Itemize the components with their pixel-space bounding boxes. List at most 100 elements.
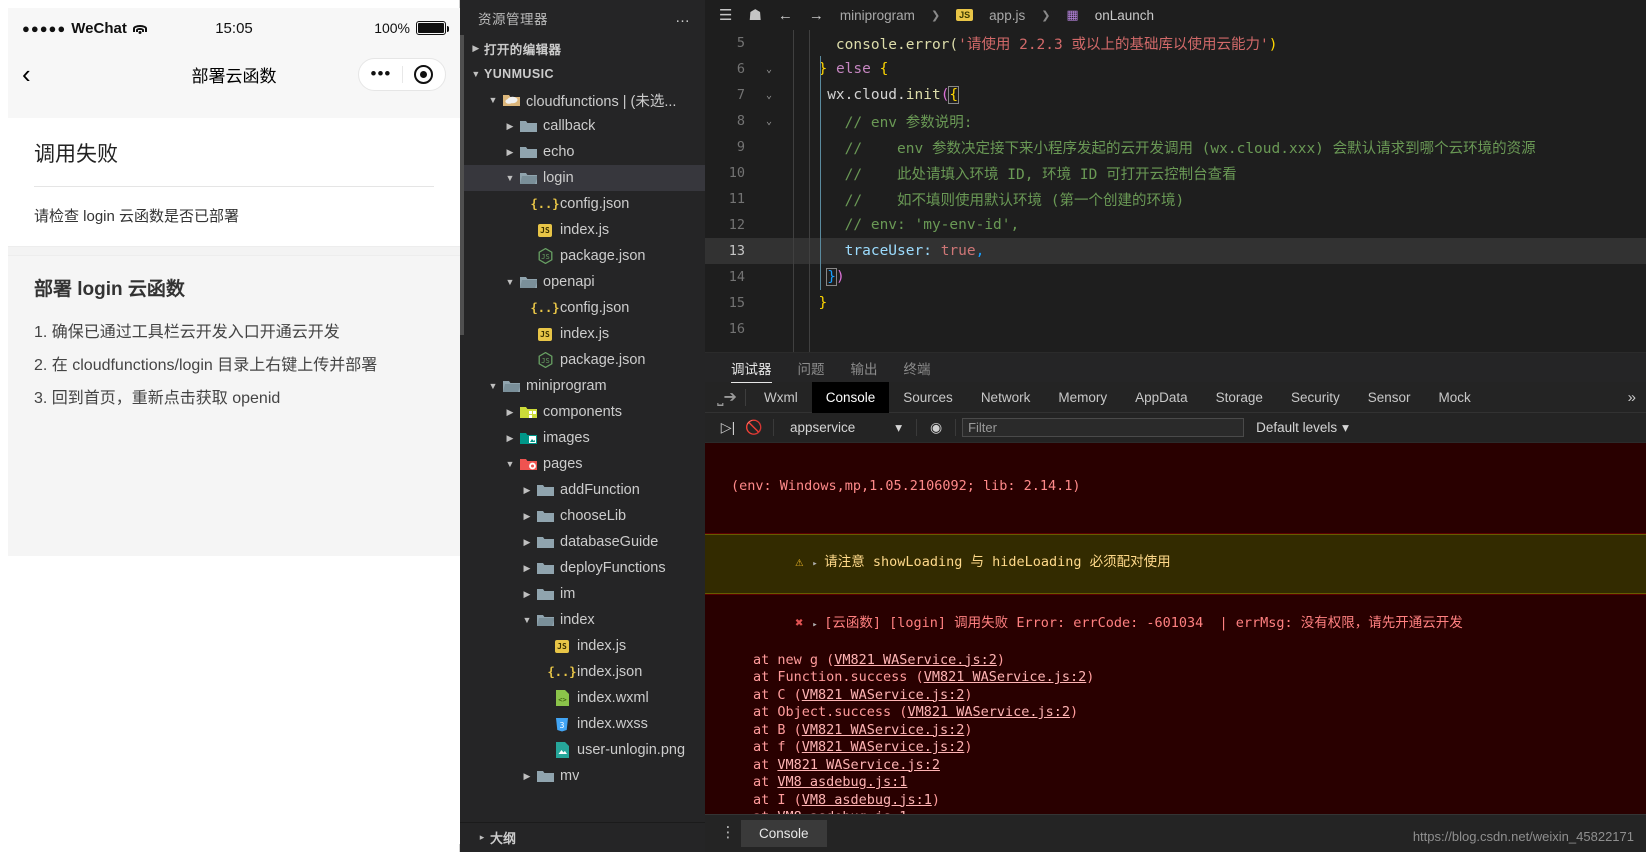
console-output[interactable]: (env: Windows,mp,1.05.2106092; lib: 2.14… [705,443,1646,814]
chevron-right-icon[interactable]: ▶ [502,147,518,158]
tree-item-index-js[interactable]: ▶JSindex.js [460,321,705,347]
footer-console-tab[interactable]: Console [741,820,827,847]
stack-frame-link[interactable]: VM8 asdebug.js:1 [802,792,932,808]
stack-frame-link[interactable]: VM8 asdebug.js:1 [777,774,907,790]
stack-frame-link[interactable]: VM821 WAService.js:2 [802,739,965,755]
chevron-down-icon[interactable]: ▾ [895,420,902,436]
close-target-icon[interactable] [414,64,434,84]
tree-item-mv[interactable]: ▶ mv [460,763,705,789]
tree-item-user-unlogin-png[interactable]: ▶user-unlogin.png [460,737,705,763]
chevron-right-icon[interactable]: ▶ [502,433,518,444]
more-options-icon[interactable]: ⋮ [715,826,741,840]
chevron-right-icon[interactable]: ▶ [468,43,484,54]
devtools-tab-security[interactable]: Security [1277,382,1354,413]
tree-item-pages[interactable]: ▼ pages [460,451,705,477]
inspect-element-icon[interactable]: ⎵➔ [713,385,741,409]
chevron-right-icon[interactable]: ▶ [502,121,518,132]
tree-item-images[interactable]: ▶ images [460,425,705,451]
chevron-down-icon[interactable]: ▼ [468,69,484,79]
log-levels-selector[interactable]: Default levels ▾ [1256,420,1349,436]
tree-item-package-json[interactable]: ▶JSpackage.json [460,347,705,373]
devtools-tab-memory[interactable]: Memory [1044,382,1121,413]
chevron-down-icon[interactable]: ▼ [485,95,501,105]
tree-item-chooselib[interactable]: ▶ chooseLib [460,503,705,529]
chevron-right-icon[interactable]: ▶ [519,485,535,496]
chevron-down-icon[interactable]: ▼ [502,173,518,183]
chevron-down-icon[interactable]: ▼ [485,381,501,391]
capsule-menu[interactable]: ••• [358,57,446,91]
chevron-right-icon[interactable]: ▶ [519,589,535,600]
tree-item-miniprogram[interactable]: ▼ miniprogram [460,373,705,399]
tree-item-login[interactable]: ▼ login [460,165,705,191]
devtools-tab-wxml[interactable]: Wxml [750,382,812,413]
arrow-right-icon[interactable]: → [809,7,824,24]
tree-item-index-wxss[interactable]: ▶3index.wxss [460,711,705,737]
filter-input[interactable]: Filter [962,418,1245,437]
devtools-tab-mock[interactable]: Mock [1425,382,1485,413]
code-editor[interactable]: 5 console.error('请使用 2.2.3 或以上的基础库以使用云能力… [705,30,1646,352]
more-actions-icon[interactable]: … [675,9,691,26]
stack-frame-link[interactable]: VM821 WAService.js:2 [777,757,940,773]
fold-icon[interactable]: ⌄ [757,116,781,127]
tree-item-callback[interactable]: ▶ callback [460,113,705,139]
debugger-tab-2[interactable]: 输出 [851,353,878,383]
fold-icon[interactable]: ⌄ [757,90,781,101]
tree-item-index-js[interactable]: ▶JSindex.js [460,633,705,659]
breadcrumb-file[interactable]: app.js [989,8,1025,23]
expand-icon[interactable]: ▸ [812,556,824,574]
devtools-tab-console[interactable]: Console [811,381,890,413]
chevron-right-icon[interactable]: ▸ [474,832,490,843]
log-entry-error[interactable]: ✖ ▸ [云函数] [login] 调用失败 Error: errCode: -60… [705,594,1646,814]
tree-item-echo[interactable]: ▶ echo [460,139,705,165]
explorer-scrollbar[interactable] [460,35,464,335]
tree-item-addfunction[interactable]: ▶ addFunction [460,477,705,503]
tree-item-index[interactable]: ▼ index [460,607,705,633]
list-icon[interactable]: ☰ [719,6,732,24]
tree-item-config-json[interactable]: ▶{..}config.json [460,295,705,321]
chevron-right-icon[interactable]: ▶ [519,771,535,782]
more-tabs-icon[interactable]: » [1618,389,1646,406]
arrow-left-icon[interactable]: ← [778,7,793,24]
tree-item-components[interactable]: ▶ components [460,399,705,425]
chevron-down-icon[interactable]: ▼ [502,459,518,469]
tree-item-cloudfunctions[interactable]: ▼ cloudfunctions | (未选... [460,87,705,113]
tree-item-index-json[interactable]: ▶{..}index.json [460,659,705,685]
debugger-tab-0[interactable]: 调试器 [731,353,772,383]
devtools-tab-sources[interactable]: Sources [889,382,967,413]
eye-icon[interactable]: ◉ [923,417,949,439]
chevron-right-icon[interactable]: ▶ [502,407,518,418]
debugger-tab-3[interactable]: 终端 [904,353,931,383]
tree-item-deployfunctions[interactable]: ▶ deployFunctions [460,555,705,581]
fold-icon[interactable]: ⌄ [757,64,781,75]
debugger-tab-1[interactable]: 问题 [798,353,825,383]
execute-icon[interactable]: ▷| [715,417,741,439]
chevron-right-icon[interactable]: ▶ [519,511,535,522]
stack-frame-link[interactable]: VM821 WAService.js:2 [907,704,1070,720]
tree-item-openapi[interactable]: ▼ openapi [460,269,705,295]
tree-item-databaseguide[interactable]: ▶ databaseGuide [460,529,705,555]
chevron-right-icon[interactable]: ▶ [519,563,535,574]
tree-item-[interactable]: ▶ 打开的编辑器 [460,35,705,61]
context-selector[interactable]: appservice ▾ [780,420,910,436]
stack-frame-link[interactable]: VM821 WAService.js:2 [834,652,997,668]
tree-item-config-json[interactable]: ▶{..}config.json [460,191,705,217]
tree-item-package-json[interactable]: ▶JSpackage.json [460,243,705,269]
stack-frame-link[interactable]: VM821 WAService.js:2 [924,669,1087,685]
outline-section[interactable]: ▸ 大纲 [460,822,705,852]
tree-item-index-wxml[interactable]: ▶<>index.wxml [460,685,705,711]
stack-frame-link[interactable]: VM821 WAService.js:2 [802,722,965,738]
chevron-down-icon[interactable]: ▼ [502,277,518,287]
tree-item-yunmusic[interactable]: ▼ YUNMUSIC [460,61,705,87]
tree-item-im[interactable]: ▶ im [460,581,705,607]
log-entry-warning[interactable]: ⚠ ▸ 请注意 showLoading 与 hideLoading 必须配对使用 [705,533,1646,594]
expand-icon[interactable]: ▸ [812,617,824,635]
devtools-tab-network[interactable]: Network [967,382,1045,413]
back-button[interactable]: ‹ [22,61,31,87]
devtools-tab-storage[interactable]: Storage [1202,382,1277,413]
breadcrumb-root[interactable]: miniprogram [840,8,915,23]
breadcrumb-symbol[interactable]: onLaunch [1095,8,1154,23]
stack-frame-link[interactable]: VM821 WAService.js:2 [802,687,965,703]
chevron-down-icon[interactable]: ▼ [519,615,535,625]
bookmark-icon[interactable]: ☗ [748,6,761,24]
chevron-right-icon[interactable]: ▶ [519,537,535,548]
